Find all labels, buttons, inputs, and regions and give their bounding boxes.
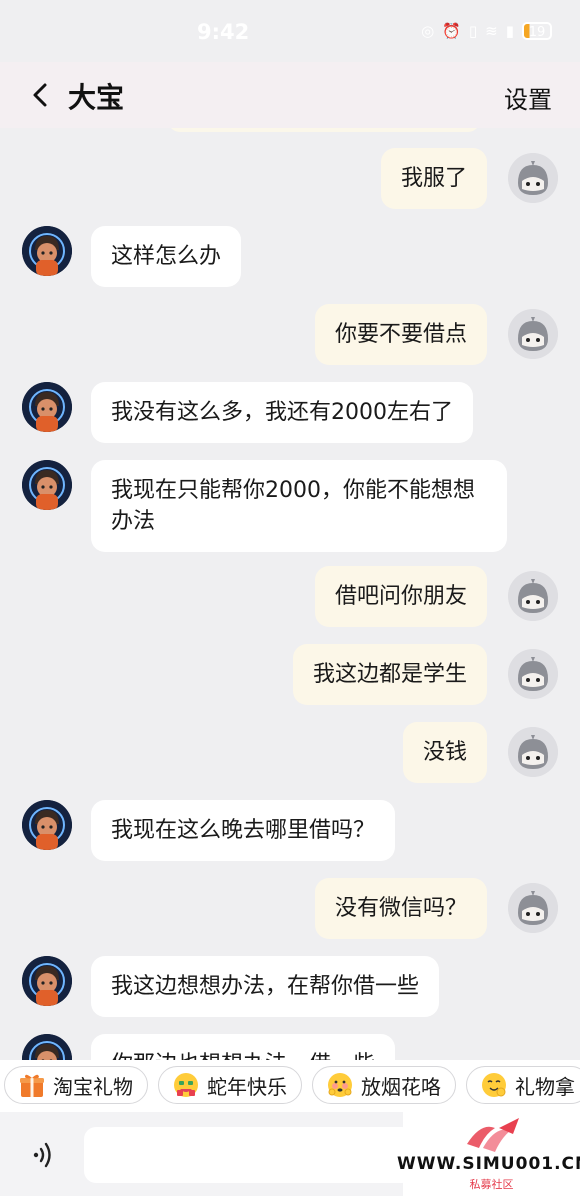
my-avatar[interactable]: [508, 571, 558, 621]
message-bubble-partial: [168, 128, 480, 132]
message-bubble-received[interactable]: 我现在只能帮你2000，你能不能想想办法: [91, 460, 507, 552]
contact-avatar[interactable]: [22, 1034, 72, 1060]
quick-reply-chip[interactable]: 蛇年快乐: [158, 1066, 302, 1104]
gift-icon: [20, 1074, 44, 1097]
hug-face-emoji-icon: [482, 1073, 506, 1097]
contact-avatar[interactable]: [22, 382, 72, 432]
quick-reply-label: 淘宝礼物: [53, 1074, 133, 1099]
status-bar: 9:42 ◎ ⏰ ▯ ≋ ▮ 19: [0, 0, 580, 62]
quick-reply-label: 放烟花咯: [361, 1074, 441, 1099]
money-face-emoji-icon: [174, 1073, 198, 1097]
quick-reply-bar: 淘宝礼物 蛇年快乐 放烟花咯 礼物拿: [0, 1060, 580, 1112]
contact-avatar[interactable]: [22, 460, 72, 510]
message-bubble-received[interactable]: 这样怎么办: [91, 226, 242, 287]
quick-reply-label: 蛇年快乐: [207, 1074, 287, 1099]
message-bubble-sent[interactable]: 我这边都是学生: [292, 644, 487, 705]
chat-title: 大宝: [68, 81, 125, 114]
message-bubble-sent[interactable]: 没钱: [402, 722, 487, 783]
contact-avatar[interactable]: [22, 226, 72, 276]
contact-avatar[interactable]: [22, 800, 72, 850]
my-avatar[interactable]: [508, 883, 558, 933]
battery-indicator: 19: [522, 22, 552, 40]
watermark: WWW.SIMU001.CN 私募社区: [397, 1112, 580, 1196]
voice-icon[interactable]: [28, 1138, 58, 1172]
message-bubble-received[interactable]: 你那边也想想办法，借一些: [91, 1034, 396, 1060]
watermark-subtitle: 私募社区: [469, 1178, 514, 1191]
my-avatar[interactable]: [508, 727, 558, 777]
my-avatar[interactable]: [508, 649, 558, 699]
chevron-left-icon[interactable]: [28, 78, 52, 112]
status-time: 9:42: [197, 20, 250, 44]
watermark-url: WWW.SIMU001.CN: [397, 1154, 580, 1174]
my-avatar[interactable]: [508, 309, 558, 359]
message-bubble-sent[interactable]: 我服了: [380, 148, 487, 209]
settings-button[interactable]: 设置: [504, 80, 552, 115]
vibrate-icon: ▯: [468, 22, 478, 40]
chat-header: 大宝 设置: [0, 62, 580, 128]
contact-avatar[interactable]: [22, 956, 72, 1006]
quick-reply-chip[interactable]: 淘宝礼物: [4, 1066, 148, 1104]
wifi-icon: ≋: [485, 22, 498, 40]
shy-face-emoji-icon: [328, 1073, 352, 1097]
quick-reply-chip[interactable]: 放烟花咯: [312, 1066, 456, 1104]
nfc-icon: ◎: [421, 22, 435, 40]
quick-reply-label: 礼物拿: [515, 1074, 575, 1099]
message-bubble-sent[interactable]: 没有微信吗？: [314, 878, 487, 939]
my-avatar[interactable]: [508, 153, 558, 203]
alarm-icon: ⏰: [442, 22, 461, 40]
signal-icon: ▮: [505, 22, 514, 40]
message-bubble-received[interactable]: 我这边想想办法，在帮你借一些: [91, 956, 440, 1017]
message-bubble-sent[interactable]: 借吧问你朋友: [314, 566, 487, 627]
message-bubble-sent[interactable]: 你要不要借点: [314, 304, 487, 365]
message-bubble-received[interactable]: 我现在这么晚去哪里借吗？: [91, 800, 396, 861]
status-icons: ◎ ⏰ ▯ ≋ ▮ 19: [421, 22, 552, 40]
message-list[interactable]: 我服了 这样怎么办 你要不要借点 我没有这么多，我还有2000左右了 我现在只能…: [0, 128, 580, 1060]
quick-reply-chip[interactable]: 礼物拿: [466, 1066, 580, 1104]
message-input[interactable]: [84, 1127, 414, 1183]
message-bubble-received[interactable]: 我没有这么多，我还有2000左右了: [91, 382, 473, 443]
